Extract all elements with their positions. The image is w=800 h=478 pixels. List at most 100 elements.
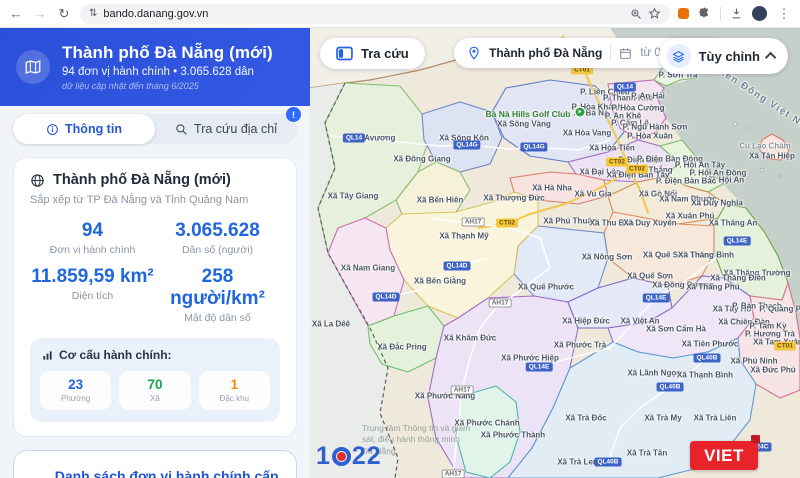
download-icon[interactable] [730, 7, 743, 20]
map-label: Xã Xuân Phú [666, 212, 715, 221]
road-badge: CT01 [774, 342, 796, 351]
chevron-up-icon [765, 52, 776, 63]
map-label: Xã Duy Nghĩa [691, 199, 743, 208]
overview-title: Thành phố Đà Nẵng (mới) [53, 172, 231, 188]
map-label: Xã Thượng Đức [483, 194, 544, 203]
map-label: Xã Việt An [620, 317, 659, 326]
map-label-layer: Xã AvươngXã Đông GiangXã Sông KônXã Sông… [310, 28, 800, 478]
notification-badge: ! [286, 107, 301, 122]
map-label: Xã Quế Phước [518, 283, 574, 292]
map-label: Xã Nam Phước [659, 195, 717, 204]
map-label: Xã Bến Giằng [414, 277, 466, 286]
map-label: Xã Phước Trà [554, 341, 606, 350]
structure-communes: 70 Xã [119, 371, 190, 410]
bookmark-star-icon[interactable] [648, 7, 661, 20]
structure-wards: 23 Phường [40, 371, 111, 410]
map-label: Xã Avương [353, 134, 396, 143]
map-label: Xã Đồng Dương [652, 281, 714, 290]
map-label: Cù Lao Chàm [739, 142, 791, 151]
map-label: P. Quảng Phú [759, 305, 800, 314]
commune-list-label: Danh sách đơn vị hành chính cấp xã [55, 468, 280, 478]
commune-list-link[interactable]: Danh sách đơn vị hành chính cấp xã [30, 468, 280, 478]
map-label: Xã Tân Hiệp [749, 152, 795, 161]
map-label: P. Điện Bàn Bắc [656, 177, 716, 186]
extension-icon[interactable] [678, 8, 689, 19]
map-label: Xã Đắc Pring [377, 343, 426, 352]
reload-icon[interactable]: ↻ [56, 7, 72, 20]
layers-icon [667, 44, 691, 68]
map-label: Xã Thăng An [709, 219, 758, 228]
url-bar[interactable]: ⇅ bando.danang.gov.vn [80, 4, 670, 24]
map-label: Xã Đức Phú [750, 366, 795, 375]
current-location[interactable]: Thành phố Đà Nẵng [489, 46, 602, 60]
logo-1022-two: 22 [352, 442, 382, 471]
road-badge: CT02 [496, 219, 518, 228]
profile-avatar[interactable] [752, 6, 767, 21]
road-badge: QL14 [614, 83, 636, 92]
zoom-icon[interactable] [630, 8, 642, 20]
map-label: Xã Hòa Tiến [589, 144, 635, 153]
divider [610, 45, 611, 61]
map-label: Xã Phú Ninh [730, 357, 777, 366]
road-badge: QL14G [453, 141, 480, 150]
map-label: Xã Quế Sơn [627, 272, 673, 281]
map-label: Xã Tam Xuân [753, 338, 800, 347]
map-label: Xã Gò Nổi [639, 190, 677, 199]
map-label: Xã Điện Bàn Tây [607, 171, 670, 180]
tra-cuu-button[interactable]: Tra cứu [320, 38, 425, 69]
bar-chart-icon [42, 350, 53, 361]
map-label: P. Hòa Cường [611, 104, 664, 113]
map-label: Xã Lãnh Ngọc [627, 369, 680, 378]
extensions-puzzle-icon[interactable] [698, 7, 711, 20]
back-icon[interactable]: ← [8, 7, 24, 20]
map-label: P. An Thắng [627, 166, 672, 175]
menu-kebab-icon[interactable]: ⋮ [776, 7, 792, 20]
tab-thong-tin[interactable]: Thông tin [13, 114, 155, 144]
map-label: Xã Đại Lộc [580, 168, 621, 177]
app-window: ← → ↻ ⇅ bando.danang.gov.vn ⋮ Thành phố … [0, 0, 800, 478]
map-label: Xã Khâm Đức [444, 334, 496, 343]
map-label: P. Bàn Thạch [732, 302, 782, 311]
map-label: Xã Chiên Đàn [718, 318, 770, 327]
road-badge: AH17 [451, 386, 474, 395]
stat-density: 258 người/km² Mật độ dân số [155, 266, 280, 324]
logo-1022[interactable]: 1 22 [316, 442, 382, 471]
map-label: Xã Hòa Vang [563, 129, 611, 138]
tab-tra-cuu-label: Tra cứu địa chỉ [194, 122, 277, 136]
site-info-icon[interactable]: ⇅ [89, 8, 97, 19]
map-label: Xã Nam Giang [341, 264, 395, 273]
city-title: Thành phố Đà Nẵng (mới) [62, 43, 273, 63]
map-label: P. Hương Trà [745, 330, 795, 339]
logo-viet[interactable]: VIET [690, 441, 758, 470]
map-label: Xã Phước Năng [415, 392, 475, 401]
road-badge: AH17 [462, 218, 485, 227]
map-label: Xã Sông Vàng [497, 120, 551, 129]
tuy-chinh-label: Tùy chỉnh [699, 49, 760, 64]
map-label: P. An Khê [605, 112, 641, 121]
map-label: Xã La Dêê [312, 320, 350, 329]
map-icon [16, 50, 50, 84]
logo-1022-ring-icon [332, 447, 351, 466]
map-label: Xã Hiệp Đức [562, 317, 610, 326]
search-icon [175, 123, 188, 136]
map-label: Xã Thăng Điền [710, 274, 766, 283]
road-badge: QL14 [343, 134, 365, 143]
road-badge: QL40B [595, 458, 622, 467]
tuy-chinh-button[interactable]: Tùy chỉnh [659, 38, 788, 74]
map-label: Xã Trà Tân [627, 449, 667, 458]
map-label: Xã Duy Xuyên [623, 219, 676, 228]
map-label: Xã Thạnh Mỹ [439, 232, 488, 241]
forward-icon[interactable]: → [32, 7, 48, 20]
info-icon [46, 123, 59, 136]
road-badge: QL40B [657, 383, 684, 392]
road-badge: CT02 [626, 165, 648, 174]
map-label: P. Điện Bàn [618, 156, 661, 165]
map-label: Xã Vu Gia [574, 190, 611, 199]
tab-tra-cuu-dia-chi[interactable]: Tra cứu địa chỉ [155, 114, 297, 144]
map-canvas[interactable]: Xã AvươngXã Đông GiangXã Sông KônXã Sông… [310, 28, 800, 478]
admin-structure-box: Cơ cấu hành chính: 23 Phường 70 Xã 1 Đặc… [30, 338, 280, 422]
stat-area: 11.859,59 km² Diện tích [30, 266, 155, 324]
browser-toolbar: ← → ↻ ⇅ bando.danang.gov.vn ⋮ [0, 0, 800, 28]
map-label: Xã Sơn Cẩm Hà [646, 325, 706, 334]
road-badge: QL14D [444, 262, 471, 271]
